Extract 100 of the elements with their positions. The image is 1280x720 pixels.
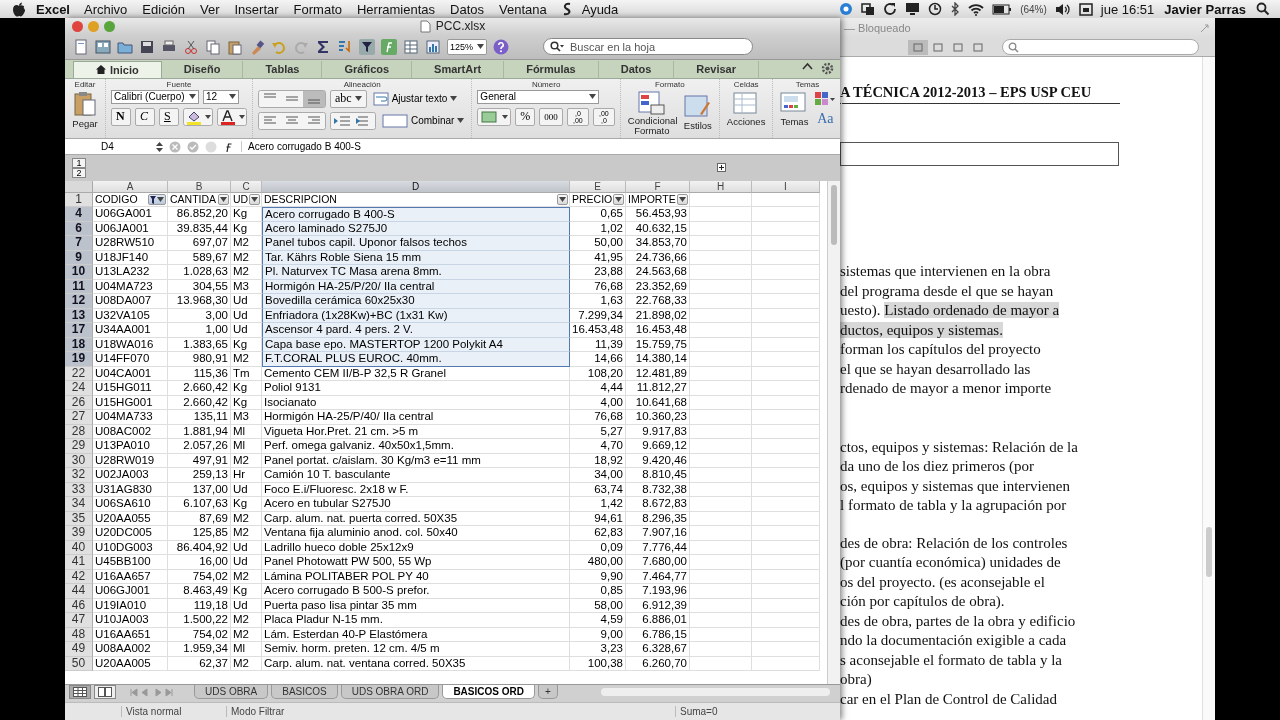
sheet-tab[interactable]: UDS OBRA ORD xyxy=(340,685,440,700)
row-number[interactable]: 39 xyxy=(65,526,93,541)
format-button[interactable]: S xyxy=(159,107,179,126)
function-icon[interactable] xyxy=(205,140,235,153)
menu-item[interactable]: Herramientas xyxy=(357,1,435,17)
format-button[interactable]: C xyxy=(135,107,155,126)
stepper-icon[interactable] xyxy=(156,141,163,152)
filter-icon[interactable] xyxy=(359,38,375,55)
ribbon-tab[interactable]: Inicio xyxy=(73,60,162,78)
paste-icon[interactable] xyxy=(227,38,243,55)
script-icon[interactable] xyxy=(561,2,572,16)
settings-icon[interactable] xyxy=(821,61,834,75)
sheet-tab[interactable]: UDS OBRA xyxy=(194,685,269,700)
menu-title[interactable]: Excel xyxy=(36,1,70,17)
row-number[interactable]: 34 xyxy=(65,497,93,512)
sum-icon[interactable] xyxy=(315,38,331,55)
collapse-icon[interactable] xyxy=(802,61,813,70)
vertical-scrollbar[interactable] xyxy=(827,180,840,685)
font-color-icon[interactable] xyxy=(217,107,247,126)
check-icon[interactable] xyxy=(187,140,199,153)
filter-button[interactable] xyxy=(613,194,624,206)
currency-icon[interactable] xyxy=(477,107,512,126)
chart-icon[interactable] xyxy=(425,38,441,55)
outline-level-button[interactable]: 2 xyxy=(72,167,86,178)
filter-button[interactable] xyxy=(677,194,688,206)
search-field[interactable]: Buscar en la hoja xyxy=(543,38,754,56)
row-number[interactable]: 12 xyxy=(65,294,93,309)
font-size-select[interactable]: 12 xyxy=(203,89,239,104)
menu-item[interactable]: Ventana xyxy=(499,1,547,17)
indent-icon[interactable] xyxy=(330,111,376,130)
theme-colors-icon[interactable] xyxy=(814,90,837,107)
ribbon-tab[interactable]: Revisar xyxy=(674,60,759,78)
filter-button[interactable] xyxy=(218,194,229,206)
zoom-select[interactable]: 125% xyxy=(447,38,488,55)
format-button[interactable]: N xyxy=(111,107,131,126)
horizontal-scrollbar[interactable] xyxy=(600,688,830,697)
new-document-icon[interactable] xyxy=(73,38,89,55)
font-select[interactable]: Calibri (Cuerpo) xyxy=(111,89,199,104)
wifi-icon[interactable] xyxy=(968,2,985,16)
ribbon-tab[interactable]: Fórmulas xyxy=(504,60,599,78)
ribbon-tab[interactable]: Gráficos xyxy=(322,60,413,78)
filter-button[interactable] xyxy=(249,194,260,206)
row-number[interactable]: 27 xyxy=(65,410,93,425)
orientation-button[interactable]: abc xyxy=(330,89,367,108)
menu-item[interactable]: Datos xyxy=(450,1,484,17)
calendar-icon[interactable] xyxy=(1078,2,1093,16)
zoom-button[interactable] xyxy=(104,21,115,32)
styles-button[interactable]: Estilos xyxy=(681,94,714,133)
table-icon[interactable] xyxy=(403,38,419,55)
battery-icon[interactable] xyxy=(992,3,1013,15)
menu-clock[interactable]: jue 16:51 xyxy=(1100,1,1155,17)
number-format-select[interactable]: General xyxy=(477,89,600,104)
menu-item[interactable]: Insertar xyxy=(234,1,279,17)
split-icon[interactable] xyxy=(717,163,726,173)
fill-color-icon[interactable] xyxy=(183,107,213,126)
normal-view-button[interactable] xyxy=(69,685,91,700)
menu-item[interactable]: Formato xyxy=(293,1,342,17)
row-number[interactable]: 10 xyxy=(65,265,93,280)
search-field[interactable] xyxy=(1002,39,1199,55)
refresh-icon[interactable] xyxy=(883,2,898,16)
sync-icon[interactable] xyxy=(839,2,854,16)
active-filter-button[interactable] xyxy=(148,194,166,206)
percent-button[interactable]: % xyxy=(515,107,536,126)
ribbon-tab[interactable]: Datos xyxy=(598,60,675,78)
row-number[interactable]: 29 xyxy=(65,439,93,454)
clock-icon[interactable] xyxy=(928,2,943,16)
wrap-text-button[interactable]: Ajustar texto xyxy=(370,89,460,108)
ribbon-tab[interactable]: Tablas xyxy=(243,60,323,78)
menu-item[interactable]: Archivo xyxy=(84,1,128,17)
theme-fonts-button[interactable]: Aa xyxy=(814,110,837,127)
formula-field[interactable]: Acero corrugado B 400-S xyxy=(241,141,361,153)
apple-icon[interactable] xyxy=(12,1,26,17)
sheet-tab[interactable]: BASICOS xyxy=(271,685,338,700)
row-number[interactable]: 32 xyxy=(65,468,93,483)
display-icon[interactable] xyxy=(905,2,921,16)
row-number[interactable]: 49 xyxy=(65,642,93,657)
paste-button[interactable]: Pegar xyxy=(70,89,100,130)
themes-button[interactable]: Temas xyxy=(778,89,811,128)
row-number[interactable]: 17 xyxy=(65,323,93,338)
bluetooth-icon[interactable] xyxy=(950,2,961,16)
row-number[interactable]: 19 xyxy=(65,352,93,367)
menu-item[interactable]: Edición xyxy=(142,1,185,17)
vertical-align-icon[interactable] xyxy=(258,89,326,108)
search-icon[interactable] xyxy=(1256,2,1270,16)
outline-level-button[interactable]: 1 xyxy=(72,157,86,168)
sheet-tab[interactable]: BASICOS ORD xyxy=(442,685,535,700)
ribbon-tab[interactable]: Diseño xyxy=(161,60,244,78)
help-icon[interactable] xyxy=(493,38,510,55)
copy-icon[interactable] xyxy=(205,38,221,55)
conditional-format-button[interactable]: Condicional Formato xyxy=(625,89,678,137)
cell-reference-field[interactable]: D4 xyxy=(65,141,150,153)
row-number[interactable]: 41 xyxy=(65,555,93,570)
page-layout-button[interactable] xyxy=(94,685,116,700)
volume-icon[interactable] xyxy=(1054,2,1071,16)
function-icon[interactable] xyxy=(381,38,397,55)
menu-item[interactable]: Ayuda xyxy=(581,1,619,17)
window-icon[interactable] xyxy=(861,2,876,16)
merge-button[interactable]: Combinar xyxy=(380,111,467,130)
menu-item[interactable]: Ver xyxy=(200,1,220,17)
ribbon-tab[interactable]: SmartArt xyxy=(412,60,505,78)
